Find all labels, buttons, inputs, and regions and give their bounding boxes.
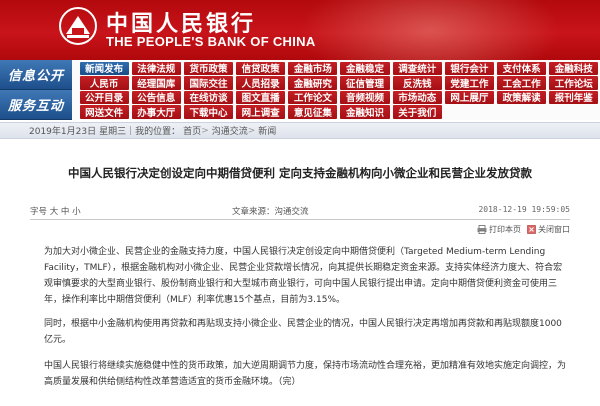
nav-item[interactable]: 信贷政策 <box>236 61 286 75</box>
nav-item[interactable]: 货币政策 <box>183 61 234 75</box>
current-date: 2019年1月23日 <box>29 127 97 137</box>
breadcrumb-arrow: > <box>247 125 256 136</box>
breadcrumb-current[interactable]: 新闻 <box>258 124 276 137</box>
nav-item[interactable]: 音频视频 <box>340 90 390 104</box>
nav-empty-slot <box>549 105 598 119</box>
nav-item[interactable]: 网送文件 <box>79 105 129 119</box>
nav-item[interactable]: 公开目录 <box>79 90 129 104</box>
nav-item[interactable]: 人民币 <box>79 76 129 90</box>
bank-name-en[interactable]: THE PEOPLE'S BANK OF CHINA <box>106 34 316 49</box>
article-paragraph: 同时，根据中小金融机构使用再贷款和再贴现支持小微企业、民营企业的情况，中国人民银… <box>44 319 562 345</box>
breadcrumb-section[interactable]: 沟通交流 <box>212 124 248 137</box>
nav-item[interactable]: 金融知识 <box>340 105 390 119</box>
nav-item[interactable]: 下载中心 <box>183 105 234 119</box>
nav-item[interactable]: 金融稳定 <box>340 61 390 75</box>
nav-empty-slot <box>445 105 494 119</box>
article-paragraph: 中国人民银行将继续实施稳健中性的货币政策，加大逆周期调节力度，保持市场流动性合理… <box>44 361 567 387</box>
current-weekday: 星期三 <box>99 127 127 137</box>
banner-glow <box>300 0 560 60</box>
article-source: 文章来源：沟通交流 <box>232 207 309 217</box>
close-window-button[interactable]: 关闭窗口 <box>527 224 570 235</box>
nav-label-service-interaction: 服务互动 <box>0 90 72 120</box>
nav-grid: 新闻发布 法律法规 货币政策 信贷政策 金融市场 金融稳定 调查统计 银行会计 … <box>78 61 600 119</box>
nav-item[interactable]: 工作论文 <box>288 90 338 104</box>
article-container: 中国人民银行决定创设定向中期借贷便利 定向支持金融机构向小微企业和民营企业发放贷… <box>0 140 600 406</box>
nav-item[interactable]: 调查统计 <box>392 61 442 75</box>
nav-item[interactable]: 新闻发布 <box>79 61 129 75</box>
nav-item[interactable]: 法律法规 <box>131 61 181 75</box>
nav-item[interactable]: 市场动态 <box>392 90 442 104</box>
header-banner: 中国人民银行 THE PEOPLE'S BANK OF CHINA <box>0 0 600 60</box>
article-toolbar: 打印本页 关闭窗口 <box>477 224 570 235</box>
nav-item[interactable]: 金融研究 <box>288 76 338 90</box>
nav-item[interactable]: 银行会计 <box>444 61 494 75</box>
close-label: 关闭窗口 <box>538 225 570 234</box>
print-label: 打印本页 <box>489 225 521 234</box>
nav-item[interactable]: 公告信息 <box>131 90 181 104</box>
nav-item[interactable]: 网上展厅 <box>444 90 494 104</box>
nav-item[interactable]: 支付体系 <box>497 61 547 75</box>
nav-label-info-disclosure: 信息公开 <box>0 60 72 90</box>
article-body: 为加大对小微企业、民营企业的金融支持力度，中国人民银行决定创设定向中期借贷便利（… <box>44 244 570 400</box>
nav-item[interactable]: 报刊年鉴 <box>549 90 599 104</box>
main-navigation: 信息公开 服务互动 新闻发布 法律法规 货币政策 信贷政策 金融市场 金融稳定 … <box>0 60 600 120</box>
nav-item[interactable]: 金融市场 <box>288 61 338 75</box>
article-meta: 字号 大 中 小 文章来源：沟通交流 2018-12-19 19:59:05 <box>30 205 570 217</box>
location-prefix: 我的位置： <box>135 127 181 137</box>
meta-divider <box>30 219 570 220</box>
close-icon <box>527 225 536 234</box>
font-size-switcher[interactable]: 字号 大 中 小 <box>30 205 81 217</box>
nav-item[interactable]: 经理国库 <box>131 76 181 90</box>
breadcrumb: 2019年1月23日 星期三 | 我的位置： 首页 > 沟通交流 > 新闻 <box>0 122 600 139</box>
nav-item[interactable]: 金融科技 <box>549 61 599 75</box>
nav-item[interactable]: 工作论坛 <box>549 76 599 90</box>
nav-item[interactable]: 工会工作 <box>497 76 547 90</box>
nav-item[interactable]: 意见征集 <box>288 105 338 119</box>
nav-item[interactable]: 反洗钱 <box>392 76 442 90</box>
article-date: 2018-12-19 19:59:05 <box>478 205 570 214</box>
pboc-logo-icon[interactable] <box>58 6 98 46</box>
nav-item[interactable]: 国际交往 <box>183 76 234 90</box>
nav-item[interactable]: 在线访谈 <box>183 90 234 104</box>
breadcrumb-home[interactable]: 首页 <box>183 124 201 137</box>
nav-item[interactable]: 征信管理 <box>340 76 390 90</box>
breadcrumb-separator: | <box>129 125 133 136</box>
nav-item[interactable]: 网上调查 <box>236 105 286 119</box>
nav-item[interactable]: 办事大厅 <box>131 105 181 119</box>
article-paragraph: 为加大对小微企业、民营企业的金融支持力度，中国人民银行决定创设定向中期借贷便利（… <box>44 247 563 305</box>
article-title: 中国人民银行决定创设定向中期借贷便利 定向支持金融机构向小微企业和民营企业发放贷… <box>68 166 532 180</box>
nav-empty-slot <box>497 105 546 119</box>
breadcrumb-arrow: > <box>201 125 209 136</box>
print-button[interactable]: 打印本页 <box>477 224 521 235</box>
nav-item[interactable]: 图文直播 <box>236 90 286 104</box>
nav-item[interactable]: 关于我们 <box>392 105 442 119</box>
nav-item[interactable]: 人员招录 <box>236 76 286 90</box>
printer-icon <box>477 225 487 234</box>
nav-item[interactable]: 党建工作 <box>444 76 494 90</box>
nav-item[interactable]: 政策解读 <box>497 90 547 104</box>
